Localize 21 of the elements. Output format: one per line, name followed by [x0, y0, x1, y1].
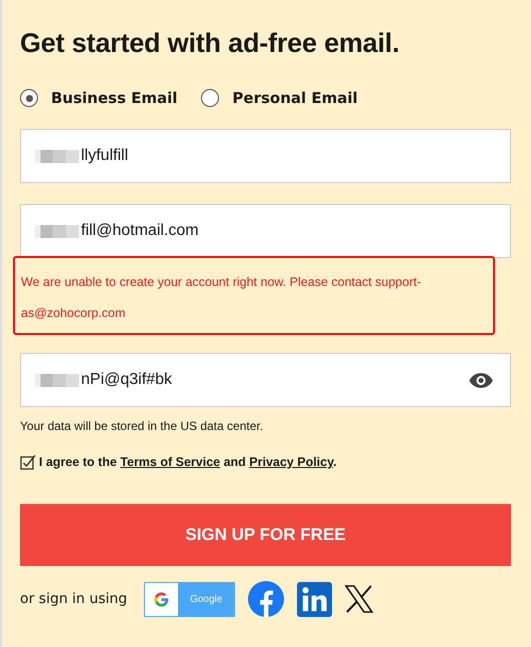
x-icon[interactable]: [344, 584, 374, 614]
google-icon: [153, 590, 170, 608]
radio-button[interactable]: [20, 89, 38, 107]
error-message: We are unable to create your account right now. Please contact support-as@zohocorp.com: [13, 256, 495, 335]
agreement-text: I agree to the Terms of Service and Privacy Policy.: [39, 455, 337, 469]
privacy-link[interactable]: Privacy Policy: [249, 455, 334, 469]
checkbox[interactable]: [20, 454, 36, 470]
input-field[interactable]: llyfulfill: [20, 129, 511, 183]
radio-button[interactable]: [201, 89, 220, 107]
social-label: or sign in using: [20, 591, 128, 607]
facebook-icon[interactable]: [247, 580, 286, 618]
sign-up-button[interactable]: SIGN UP FOR FREE: [20, 504, 511, 566]
radio-label[interactable]: Business Email: [51, 89, 178, 107]
page-title: Get started with ad-free email.: [20, 28, 400, 59]
linkedin-icon[interactable]: [297, 582, 332, 616]
data-center-note: Your data will be stored in the US data center.: [20, 419, 264, 433]
input-field[interactable]: fill@hotmail.com: [20, 204, 511, 258]
password-field[interactable]: nPi@q3if#bk: [20, 353, 511, 407]
terms-link[interactable]: Terms of Service: [120, 455, 220, 469]
radio-label[interactable]: Personal Email: [232, 89, 358, 107]
eye-icon[interactable]: [468, 372, 494, 388]
